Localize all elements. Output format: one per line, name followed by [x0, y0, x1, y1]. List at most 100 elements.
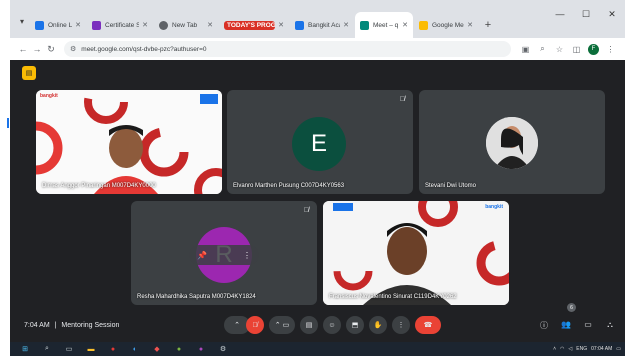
meet-control-bar: 7:04 AM | Mentoring Session ⌃ 🎙̸ ⌃ ▭ ▤ ☺…: [10, 303, 625, 342]
close-icon[interactable]: ✕: [467, 21, 473, 29]
settings-icon[interactable]: ⚙: [216, 344, 230, 354]
emoji-button[interactable]: ☺: [323, 316, 341, 334]
zoom-icon[interactable]: ⌕: [534, 44, 551, 54]
tab-todays-program[interactable]: TODAY'S PROGRAM ✕: [219, 12, 289, 38]
pin-icon[interactable]: 📌: [197, 251, 207, 260]
chrome-icon[interactable]: ●: [106, 344, 120, 354]
address-bar[interactable]: ⚙ meet.google.com/qst-dvbe-pzc?authuser=…: [64, 41, 511, 57]
tab-label: Bangkit Acad: [308, 21, 340, 29]
tab-online-learn[interactable]: Online Learn ✕: [30, 12, 86, 38]
meeting-time: 7:04 AM: [24, 321, 50, 329]
favicon-icon: [92, 20, 101, 30]
maximize-icon[interactable]: ☐: [573, 0, 599, 28]
chevron-up-icon[interactable]: ˄: [553, 346, 556, 352]
browser-toolbar: ← → ↻ ⚙ meet.google.com/qst-dvbe-pzc?aut…: [10, 38, 625, 60]
tab-search-icon[interactable]: ▾: [14, 10, 30, 32]
app-icon[interactable]: ◆: [150, 344, 164, 354]
new-tab-button[interactable]: +: [479, 12, 497, 38]
edge-icon[interactable]: ◐: [128, 344, 142, 354]
app-icon[interactable]: ●: [194, 344, 208, 354]
participant-name: Resha Mahardhika Saputra M007D4KY1824: [137, 294, 256, 300]
site-info-icon[interactable]: ⚙: [70, 45, 76, 53]
close-icon[interactable]: ✕: [207, 21, 213, 29]
participant-name: Fransiscus Novalentino Sinurat C119D4KY0…: [329, 294, 457, 300]
camera-options-button[interactable]: ⌃ ▭: [269, 316, 295, 334]
search-icon[interactable]: ⌕: [40, 344, 54, 354]
people-icon[interactable]: 👥: [559, 320, 573, 331]
cast-icon[interactable]: ▣: [517, 45, 534, 54]
leave-call-button[interactable]: ☎: [415, 316, 441, 334]
system-tray: ˄ ◠ ◁ ENG 07:04 AM ▭: [553, 342, 621, 356]
back-icon[interactable]: ←: [16, 44, 30, 54]
profile-avatar[interactable]: F: [588, 43, 599, 55]
more-options-button[interactable]: ⋮: [392, 316, 410, 334]
minimize-icon[interactable]: —: [547, 0, 573, 28]
meet-favicon-icon: [419, 20, 428, 30]
participant-tile[interactable]: Stevani Dwi Utomo: [419, 90, 605, 194]
url-text: meet.google.com/qst-dvbe-pzc?authuser=0: [81, 45, 207, 53]
window-controls: — ☐ ✕: [547, 0, 625, 28]
raise-hand-button[interactable]: ✋: [369, 316, 387, 334]
tab-label: New Tab: [172, 21, 198, 29]
tab-new-tab[interactable]: New Tab ✕: [154, 12, 218, 38]
file-explorer-icon[interactable]: ▬: [84, 344, 98, 354]
close-icon[interactable]: ✕: [343, 21, 349, 29]
meet-favicon-icon: [360, 20, 369, 30]
brand-watermark: bangkit: [485, 204, 503, 210]
tab-bangkit-academy[interactable]: Bangkit Acad ✕: [290, 12, 354, 38]
browser-window: ▾ Online Learn ✕ Certificate S ✕ New Tab…: [10, 0, 625, 356]
app-icon[interactable]: ●: [172, 344, 186, 354]
tab-meet-active[interactable]: Meet – q ✕: [355, 12, 413, 38]
meeting-info: 7:04 AM | Mentoring Session: [24, 322, 119, 329]
mic-off-icon: 🎙̸: [399, 96, 405, 103]
os-taskbar: ⊞ ⌕ ▭ ▬ ● ◐ ◆ ● ● ⚙ ˄ ◠ ◁ ENG 07:04 AM ▭: [10, 342, 625, 356]
participant-tile[interactable]: 🎙̸ E Elvanro Marthen Pusung C007D4KY0563: [227, 90, 413, 194]
meet-stage: ▤ bangkit Dimas Anggor Pinaringan M007D4…: [10, 60, 625, 342]
tab-certificate[interactable]: Certificate S ✕: [87, 12, 153, 38]
tab-strip: ▾ Online Learn ✕ Certificate S ✕ New Tab…: [10, 0, 625, 38]
mic-off-icon: 🎙̸: [303, 207, 309, 214]
close-icon[interactable]: ✕: [278, 21, 284, 29]
extensions-icon[interactable]: ◫: [568, 45, 585, 54]
task-view-icon[interactable]: ▭: [62, 344, 76, 354]
tab-label: Meet – q: [373, 21, 399, 29]
mic-off-button[interactable]: 🎙̸: [246, 316, 264, 334]
windows-start-icon[interactable]: ⊞: [18, 344, 32, 354]
volume-icon[interactable]: ◁: [568, 346, 572, 352]
captions-button[interactable]: ▤: [300, 316, 318, 334]
profile-photo: [486, 117, 538, 169]
close-window-icon[interactable]: ✕: [599, 0, 625, 28]
chat-icon[interactable]: ▭: [581, 320, 595, 331]
tab-label: TODAY'S PROGRAM: [224, 20, 276, 30]
people-count-badge: 6: [567, 303, 576, 312]
favicon-icon: [35, 20, 44, 30]
participant-tile[interactable]: 🎙̸ R 📌 ⋮ Resha Mahardhika Saputra M007D4…: [131, 201, 317, 305]
call-controls: ⌃ 🎙̸ ⌃ ▭ ▤ ☺ ⬒ ✋ ⋮ ☎: [224, 316, 441, 334]
present-button[interactable]: ⬒: [346, 316, 364, 334]
bookmark-star-icon[interactable]: ☆: [551, 45, 568, 54]
notifications-icon[interactable]: ▭: [616, 346, 621, 352]
meeting-title: Mentoring Session: [61, 321, 120, 329]
participant-tile[interactable]: bangkit Dimas Anggor Pinaringan M007D4KY…: [36, 90, 222, 194]
participant-tile[interactable]: bangkit Fransiscus Novalentino Sinurat C…: [323, 201, 509, 305]
close-icon[interactable]: ✕: [75, 21, 81, 29]
info-icon[interactable]: ⓘ: [537, 320, 551, 331]
participant-name: Stevani Dwi Utomo: [425, 183, 477, 189]
side-controls: ⓘ 👥 ▭ ⛬: [537, 320, 617, 331]
wifi-icon[interactable]: ◠: [560, 346, 564, 352]
language-indicator[interactable]: ENG: [576, 346, 587, 352]
more-options-icon[interactable]: ⋮: [243, 251, 251, 260]
taskbar-clock[interactable]: 07:04 AM: [591, 346, 612, 352]
kebab-menu-icon[interactable]: ⋮: [602, 45, 619, 54]
meet-activities-icon[interactable]: ▤: [22, 66, 36, 80]
participant-name: Elvanro Marthen Pusung C007D4KY0563: [233, 183, 345, 189]
reload-icon[interactable]: ↻: [44, 44, 58, 55]
favicon-icon: [295, 20, 304, 30]
avatar: E: [292, 117, 346, 171]
close-icon[interactable]: ✕: [402, 21, 408, 29]
close-icon[interactable]: ✕: [142, 21, 148, 29]
forward-icon[interactable]: →: [30, 44, 44, 54]
activities-icon[interactable]: ⛬: [603, 320, 617, 331]
avatar: [486, 117, 538, 169]
tab-google-meet[interactable]: Google Meet ✕: [414, 12, 478, 38]
